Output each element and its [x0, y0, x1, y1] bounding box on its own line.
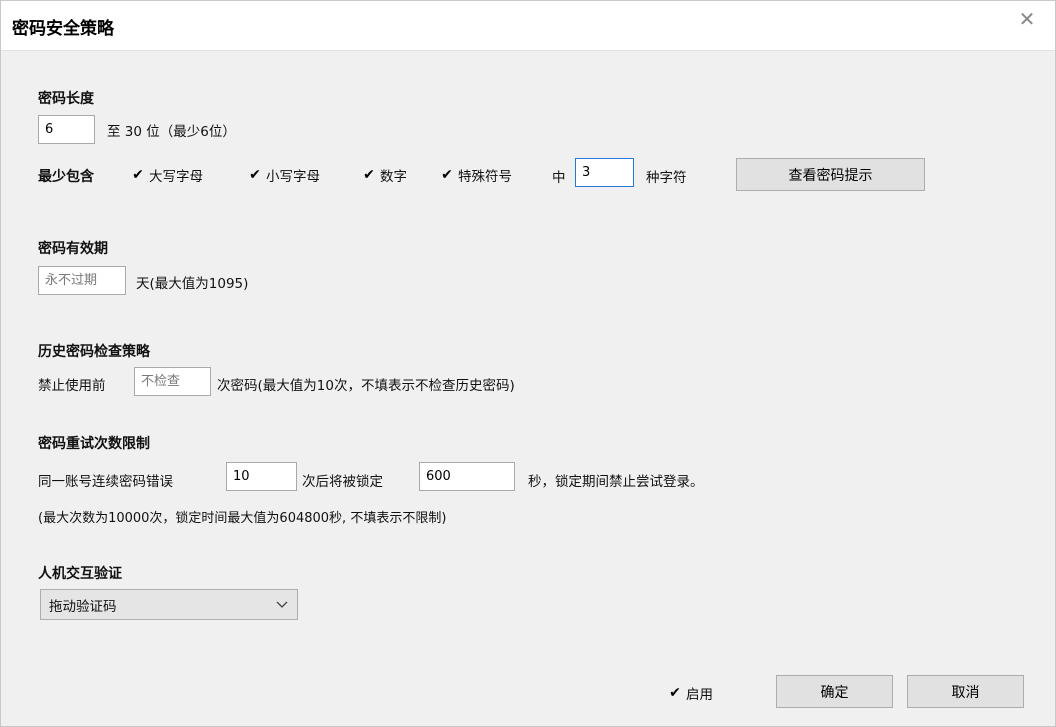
validity-suffix: 天(最大值为1095)	[136, 276, 249, 292]
retry-note: (最大次数为10000次，锁定时间最大值为604800秒, 不填表示不限制)	[38, 511, 447, 526]
checkmark-icon: ✔	[249, 167, 261, 183]
length-range-text: 至 30 位（最少6位）	[107, 124, 236, 140]
cancel-button[interactable]: 取消	[907, 675, 1024, 708]
view-password-hint-button[interactable]: 查看密码提示	[736, 158, 925, 191]
min-length-input[interactable]	[38, 115, 95, 144]
checkmark-icon: ✔	[363, 167, 375, 183]
password-length-heading: 密码长度	[38, 91, 94, 107]
char-types-count-input[interactable]	[575, 158, 634, 187]
checkmark-icon: ✔	[132, 167, 144, 183]
ok-button[interactable]: 确定	[776, 675, 893, 708]
retry-heading: 密码重试次数限制	[38, 436, 150, 452]
lowercase-label: 小写字母	[266, 169, 320, 185]
checkmark-icon: ✔	[669, 685, 681, 701]
enable-checkbox[interactable]: ✔ 启用	[668, 683, 713, 703]
retry-suffix: 秒，锁定期间禁止尝试登录。	[528, 474, 704, 490]
retry-middle-text: 次后将被锁定	[302, 474, 383, 490]
of-text: 中	[552, 170, 566, 186]
retry-attempts-input[interactable]	[226, 462, 297, 491]
chevron-down-icon	[276, 601, 288, 608]
special-chars-label: 特殊符号	[458, 169, 512, 185]
validity-heading: 密码有效期	[38, 241, 108, 257]
dialog-title: 密码安全策略	[12, 19, 114, 39]
checkmark-icon: ✔	[441, 167, 453, 183]
enable-label: 启用	[686, 687, 713, 703]
history-heading: 历史密码检查策略	[38, 344, 150, 360]
digits-checkbox[interactable]: ✔ 数字	[362, 165, 407, 185]
special-chars-checkbox[interactable]: ✔ 特殊符号	[440, 165, 512, 185]
uppercase-label: 大写字母	[149, 169, 203, 185]
history-count-input[interactable]	[134, 367, 211, 396]
title-bar: 密码安全策略 ✕	[0, 0, 1056, 51]
lowercase-checkbox[interactable]: ✔ 小写字母	[248, 165, 320, 185]
retry-prefix: 同一账号连续密码错误	[38, 474, 173, 490]
history-prefix: 禁止使用前	[38, 378, 106, 394]
uppercase-checkbox[interactable]: ✔ 大写字母	[131, 165, 203, 185]
close-icon[interactable]: ✕	[1014, 6, 1040, 32]
validity-days-input[interactable]	[38, 266, 126, 295]
lock-seconds-input[interactable]	[419, 462, 515, 491]
char-types-suffix: 种字符	[646, 170, 687, 186]
captcha-type-select[interactable]: 拖动验证码	[40, 589, 298, 620]
digits-label: 数字	[380, 169, 407, 185]
min-include-label: 最少包含	[38, 169, 94, 185]
captcha-selected-value: 拖动验证码	[49, 598, 117, 615]
history-suffix: 次密码(最大值为10次，不填表示不检查历史密码)	[217, 378, 515, 394]
captcha-heading: 人机交互验证	[38, 566, 122, 582]
